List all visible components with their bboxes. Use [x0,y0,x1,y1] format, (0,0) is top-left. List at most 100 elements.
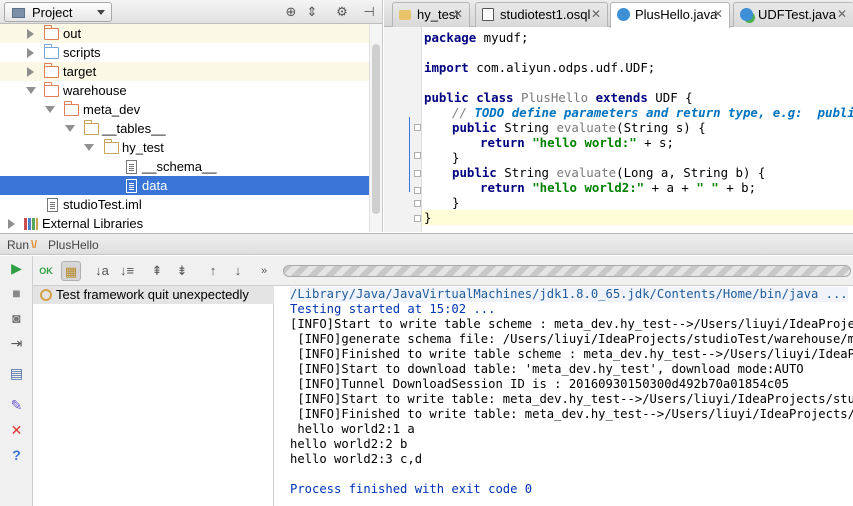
folder-icon [103,139,119,154]
sort-duration-icon[interactable]: ↓≡ [117,261,137,281]
code-line-current: } [422,210,853,225]
tab-label: studiotest1.osql [500,7,591,22]
code-line: return "hello world:" + s; [480,135,674,150]
test-results-tree: Test framework quit unexpectedly [33,286,274,506]
code-line: } [452,150,460,165]
junit-icon: \/ [31,239,38,251]
collapse-arrow-icon[interactable] [45,106,55,113]
code-line: public String evaluate(Long a, String b)… [452,165,766,180]
pin-icon[interactable]: ⊣ [360,3,378,21]
scrollbar-thumb[interactable] [372,44,380,214]
folder-icon [63,101,79,116]
tree-item-meta-dev[interactable]: meta_dev [0,100,370,119]
code-line: return "hello world2:" + a + " " + b; [480,180,757,195]
console-line: [INFO]Tunnel DownloadSession ID is : 201… [290,377,789,391]
project-panel: Project ⊕ ⇕ ⚙ ⊣ out scripts target wareh… [0,0,383,232]
tab-studiotest1-osql[interactable]: studiotest1.osql ✕ [475,2,608,27]
close-icon[interactable]: ✕ [591,3,601,26]
more-icon[interactable]: » [254,261,274,281]
fold-marker-icon[interactable] [414,152,421,159]
collapse-arrow-icon[interactable] [65,125,75,132]
folder-icon [43,25,59,40]
ok-icon[interactable]: OK [36,261,56,281]
run-label: Run [7,238,30,252]
tree-item-scripts[interactable]: scripts [0,43,370,62]
method-separator-line [409,117,410,192]
tab-hy-test[interactable]: hy_test ✕ [392,2,470,27]
code-line: package myudf; [424,30,529,45]
expand-arrow-icon[interactable] [8,219,15,229]
test-tree-item[interactable]: Test framework quit unexpectedly [33,286,274,304]
console-line: [INFO]Start to download table: 'meta_dev… [290,362,804,376]
tree-item-label: External Libraries [42,216,144,231]
console-output[interactable]: /Library/Java/JavaVirtualMachines/jdk1.8… [275,286,853,506]
expand-arrow-icon[interactable] [27,29,34,39]
tree-item-schema[interactable]: __schema__ [0,157,370,176]
project-header: Project ⊕ ⇕ ⚙ ⊣ [0,0,382,24]
console-line[interactable]: /Library/Java/JavaVirtualMachines/jdk1.8… [290,287,848,302]
console-line: [INFO]generate schema file: /Users/liuyi… [290,332,853,346]
expand-arrow-icon[interactable] [27,48,34,58]
fold-marker-icon[interactable] [414,215,421,222]
camera-icon[interactable]: ◙ [7,309,26,328]
expand-all-icon[interactable]: ⇞ [147,261,167,281]
tree-item-label: scripts [63,45,101,60]
collapse-icon[interactable]: ⇕ [303,3,321,21]
test-progress-bar [283,265,851,277]
editor-tabs: hy_test ✕ studiotest1.osql ✕ PlusHello.j… [384,0,853,28]
sql-file-icon [482,8,494,21]
up-icon[interactable]: ↑ [203,261,223,281]
tree-item-label: __tables__ [102,121,166,136]
import-icon[interactable]: ⇥ [7,334,26,353]
down-icon[interactable]: ↓ [228,261,248,281]
tree-item-warehouse[interactable]: warehouse [0,81,370,100]
stop-icon[interactable]: ■ [7,284,26,303]
close-icon[interactable]: ✕ [837,3,847,26]
fold-marker-icon[interactable] [414,170,421,177]
tree-item-hy-test[interactable]: hy_test [0,138,370,157]
fold-marker-icon[interactable] [414,200,421,207]
tab-plushello-java[interactable]: PlusHello.java ✕ [610,2,730,28]
code-area[interactable]: package myudf; import com.aliyun.odps.ud… [422,27,853,232]
sort-alpha-icon[interactable]: ↓a [92,261,112,281]
fold-marker-icon[interactable] [414,187,421,194]
folder-icon [43,63,59,78]
expand-arrow-icon[interactable] [27,67,34,77]
layout-icon[interactable]: ▤ [7,364,26,383]
collapse-arrow-icon[interactable] [26,87,36,94]
tree-item-data[interactable]: data [0,176,370,195]
play-icon[interactable]: ▶ [7,259,26,278]
fold-marker-icon[interactable] [414,124,421,131]
tree-item-target[interactable]: target [0,62,370,81]
help-icon[interactable]: ? [7,446,26,465]
project-tree: out scripts target warehouse meta_dev __… [0,24,370,232]
console-line: hello world2:1 a [290,422,415,436]
folder-icon [399,10,411,20]
tree-item-label: target [63,64,97,79]
db-icon[interactable]: ▦ [61,261,81,281]
tree-item-studiotest-iml[interactable]: studioTest.iml [0,195,370,214]
project-view-dropdown[interactable]: Project [4,2,112,22]
tree-item-tables[interactable]: __tables__ [0,119,370,138]
close-icon[interactable]: ✕ [7,421,26,440]
close-icon[interactable]: ✕ [453,3,463,26]
tree-item-out[interactable]: out [0,24,370,43]
text-file-icon [126,160,137,174]
project-view-label: Project [32,5,73,20]
editor: hy_test ✕ studiotest1.osql ✕ PlusHello.j… [384,0,853,232]
collapse-all-icon[interactable]: ⇟ [172,261,192,281]
gear-icon[interactable]: ⚙ [333,3,351,21]
run-config-name[interactable]: PlusHello [48,238,99,252]
test-item-label: Test framework quit unexpectedly [56,287,249,302]
close-icon[interactable]: ✕ [713,3,723,26]
code-line: } [452,195,460,210]
editor-gutter [384,27,422,232]
java-class-icon [617,8,630,21]
pin-icon[interactable]: ✎ [7,396,26,415]
project-scrollbar[interactable] [369,24,382,232]
collapse-arrow-icon[interactable] [84,144,94,151]
globe-icon[interactable]: ⊕ [282,3,300,21]
tree-item-external-libraries[interactable]: External Libraries [0,214,370,233]
tab-udftest-java[interactable]: UDFTest.java ✕ [733,2,853,27]
code-line: import com.aliyun.odps.udf.UDF; [424,60,656,75]
